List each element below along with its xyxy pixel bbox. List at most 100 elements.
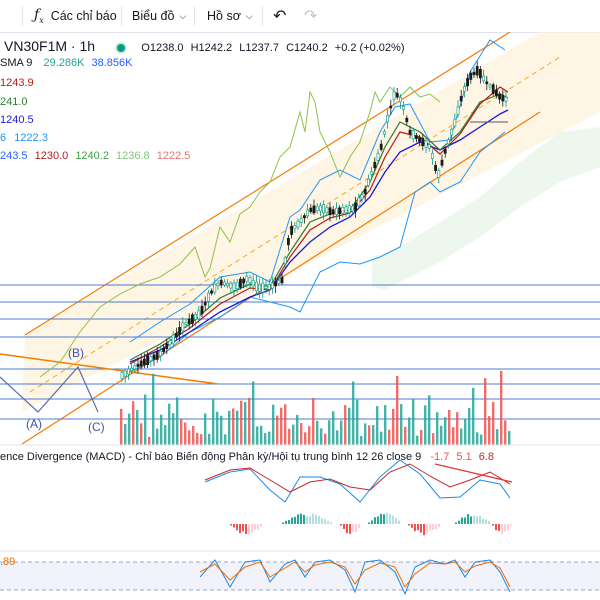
volume-bar — [276, 415, 279, 445]
macd-hist-bar — [473, 515, 475, 524]
candle-body — [286, 237, 290, 246]
macd-hist-bar — [236, 524, 238, 531]
candle-body — [462, 86, 466, 92]
volume-bar — [476, 432, 479, 445]
ma-blue-legend[interactable]: 1240.5 — [0, 114, 34, 126]
macd-pane[interactable] — [204, 459, 513, 536]
volume-legend[interactable]: SMA 9 29.286K 38.856K — [0, 57, 133, 69]
candle-body — [293, 225, 297, 230]
candle-body — [373, 161, 377, 169]
close-label: C — [286, 42, 295, 54]
candle-body — [395, 92, 399, 98]
volume-bar — [220, 415, 223, 445]
chart-menu-button[interactable]: Biểu đồ ⌵ — [132, 0, 186, 32]
indicators-button[interactable]: ƒx Các chỉ báo — [34, 0, 117, 32]
candle-body — [290, 225, 294, 235]
candle-body — [207, 292, 210, 302]
volume-bar — [288, 428, 291, 445]
price-chart[interactable]: (A) (B) (C) — [0, 32, 600, 600]
macd-hist-bar — [349, 524, 351, 534]
candle-body — [315, 206, 319, 212]
volume-sma-value: 38.856K — [91, 57, 133, 69]
candle-body — [235, 281, 239, 290]
candle-body — [123, 370, 127, 377]
stoch-pane[interactable] — [0, 559, 600, 596]
candle-body — [459, 96, 463, 102]
toolbar-divider — [22, 6, 23, 26]
ma-green-legend[interactable]: 241.0 — [0, 96, 28, 108]
candle-body — [136, 363, 140, 367]
candle-body — [318, 205, 322, 212]
toolbar-divider — [121, 6, 122, 26]
candle-body — [411, 129, 415, 140]
volume-bar — [128, 413, 131, 445]
macd-hist-bar — [485, 519, 487, 524]
macd-hist-bar — [386, 512, 388, 524]
macd-hist-bar — [352, 524, 354, 532]
macd-hist-bar — [377, 516, 379, 524]
volume-bar — [480, 434, 483, 445]
macd-hist-bar — [300, 513, 302, 524]
candle-body — [139, 360, 143, 367]
candle-body — [338, 207, 342, 215]
macd-hist-bar — [429, 524, 431, 532]
macd-hist-bar — [285, 520, 287, 524]
volume-bar — [492, 402, 495, 445]
bollinger-legend[interactable]: 6 1222.3 — [0, 132, 48, 144]
macd-hist-bar — [306, 516, 308, 524]
stoch-legend[interactable]: .89 — [0, 556, 15, 568]
candle-body — [216, 282, 220, 286]
candle-body — [175, 333, 178, 338]
volume-bar — [120, 408, 123, 445]
candle-body — [344, 206, 348, 214]
macd-hist-bar — [420, 524, 422, 533]
macd-hist-bar — [408, 524, 410, 526]
volume-bar — [296, 414, 299, 445]
volume-bar — [312, 397, 315, 445]
macd-value: -1.7 — [430, 451, 450, 463]
candle-body — [181, 322, 185, 332]
volume-bar — [456, 412, 459, 445]
macd-hist-bar — [371, 520, 373, 524]
symbol-name[interactable]: VN30F1M · 1h — [4, 38, 95, 54]
macd-hist-bar — [315, 514, 317, 524]
stoch-value: .89 — [0, 556, 16, 568]
toolbar-divider — [194, 6, 195, 26]
candle-body — [456, 106, 460, 115]
macd-hist-bar — [297, 514, 299, 524]
volume-bar — [304, 432, 307, 445]
volume-bar — [392, 408, 395, 445]
volume-bar — [140, 423, 143, 445]
macd-hist-bar — [455, 522, 457, 524]
timeframe-button[interactable]: 1h — [4, 0, 18, 32]
candle-body — [421, 137, 425, 147]
candle-body — [152, 354, 156, 360]
volume-bar — [464, 419, 467, 445]
volume-bar — [188, 430, 191, 445]
volume-bar — [452, 427, 455, 445]
volume-bar — [176, 397, 179, 445]
candle-body — [159, 350, 162, 357]
ma-red-legend[interactable]: 1243.9 — [0, 77, 34, 89]
redo-button[interactable]: ↷ — [304, 0, 317, 32]
ichimoku-legend[interactable]: 243.5 1230.0 1240.2 1236.8 1222.5 — [0, 150, 190, 162]
wave-label-a: (A) — [26, 417, 42, 431]
macd-hist-bar — [482, 518, 484, 524]
volume-bar — [504, 420, 507, 445]
macd-trend-line[interactable] — [434, 463, 513, 483]
macd-legend[interactable]: ence Divergence (MACD) - Chỉ báo Biến độ… — [0, 451, 494, 463]
candle-body — [472, 71, 476, 76]
volume-bar — [200, 434, 203, 445]
candle-body — [379, 143, 383, 150]
volume-bar — [192, 425, 195, 445]
undo-button[interactable]: ↶ — [273, 0, 286, 32]
candle-body — [398, 97, 402, 103]
macd-hist-bar — [467, 514, 469, 524]
macd-hist-bar — [303, 514, 305, 524]
candle-body — [210, 290, 214, 294]
volume-bar — [460, 428, 463, 445]
symbol-legend[interactable]: VN30F1M · 1h O1238.0 H1242.2 L1237.7 C12… — [4, 38, 404, 55]
macd-hist-bar — [488, 520, 490, 524]
profile-menu-button[interactable]: Hồ sơ ⌵ — [207, 0, 253, 32]
candle-body — [299, 218, 303, 223]
